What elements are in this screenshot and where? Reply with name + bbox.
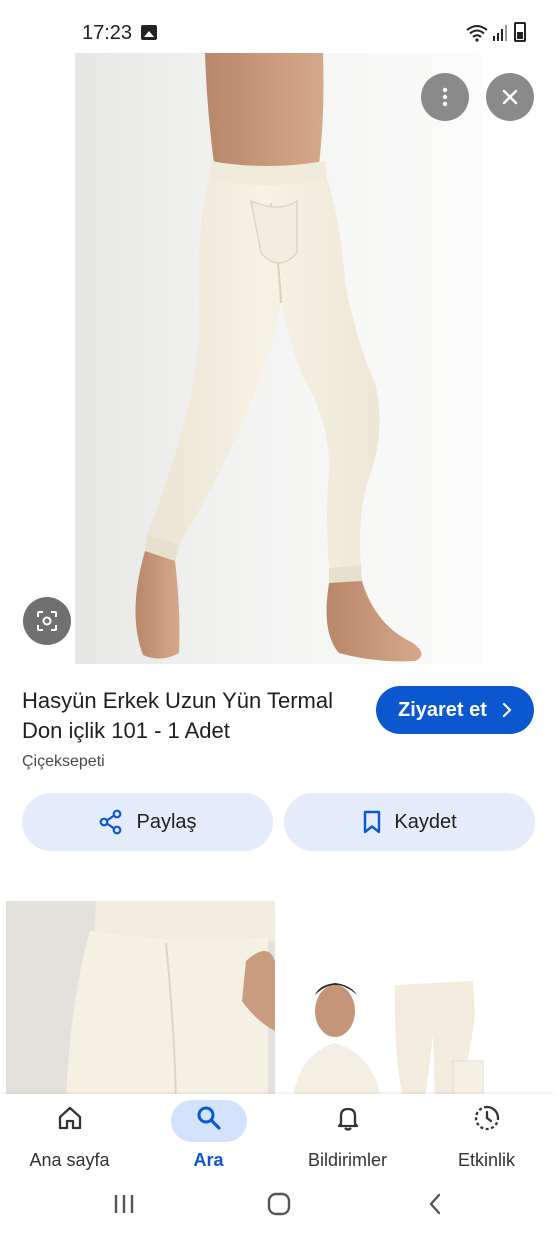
- home-icon: [58, 1106, 81, 1130]
- save-button[interactable]: Kaydet: [284, 793, 535, 851]
- close-button[interactable]: [486, 73, 534, 121]
- status-bar: 17:23: [0, 0, 556, 56]
- visit-button[interactable]: Ziyaret et: [376, 686, 534, 734]
- source-name[interactable]: Çiçeksepeti: [22, 753, 105, 771]
- chevron-right-icon: [502, 702, 512, 718]
- save-label: Kaydet: [394, 810, 457, 833]
- activity-icon: [474, 1105, 499, 1131]
- nav-item-notifications[interactable]: Bildirimler: [278, 1094, 417, 1180]
- share-icon: [100, 809, 122, 835]
- nav-item-search[interactable]: Ara: [139, 1094, 278, 1180]
- bookmark-icon: [364, 810, 381, 834]
- battery-icon: [514, 22, 526, 42]
- close-icon: [502, 89, 518, 105]
- related-photo-model-set: [285, 975, 485, 1101]
- back-icon[interactable]: [426, 1192, 444, 1216]
- home-circle-icon[interactable]: [266, 1192, 292, 1216]
- product-title: Hasyün Erkek Uzun Yün Termal Don içlik 1…: [22, 688, 333, 743]
- lens-search-button[interactable]: [23, 597, 71, 645]
- signal-icon: [493, 25, 507, 41]
- thermal-pants-photo: [135, 53, 422, 662]
- related-photo-pants-closeup: [6, 901, 275, 1101]
- nav-label-activity: Etkinlik: [457, 1150, 515, 1170]
- more-options-button[interactable]: [421, 73, 469, 121]
- lens-icon: [37, 611, 57, 631]
- search-icon: [197, 1106, 221, 1130]
- related-image-1[interactable]: [6, 901, 275, 1101]
- nav-item-activity[interactable]: Etkinlik: [417, 1094, 556, 1180]
- related-image-2[interactable]: [285, 975, 485, 1101]
- system-navigation-bar: [0, 1180, 556, 1235]
- share-button[interactable]: Paylaş: [22, 793, 273, 851]
- product-image[interactable]: [75, 53, 482, 664]
- bottom-navigation: Ana sayfa Ara Bildirimler Etkinlik: [0, 1094, 556, 1180]
- gallery-notification-icon: [141, 25, 157, 40]
- visit-button-label: Ziyaret et: [398, 698, 487, 721]
- nav-label-search: Ara: [193, 1150, 224, 1170]
- more-vert-icon: [442, 87, 448, 107]
- bell-icon: [337, 1107, 358, 1131]
- share-label: Paylaş: [136, 810, 197, 833]
- recent-apps-icon[interactable]: [112, 1193, 136, 1215]
- nav-item-home[interactable]: Ana sayfa: [0, 1094, 139, 1180]
- status-time: 17:23: [82, 22, 133, 44]
- wifi-icon: [466, 25, 488, 42]
- nav-label-notifications: Bildirimler: [307, 1150, 387, 1170]
- nav-label-home: Ana sayfa: [29, 1150, 110, 1170]
